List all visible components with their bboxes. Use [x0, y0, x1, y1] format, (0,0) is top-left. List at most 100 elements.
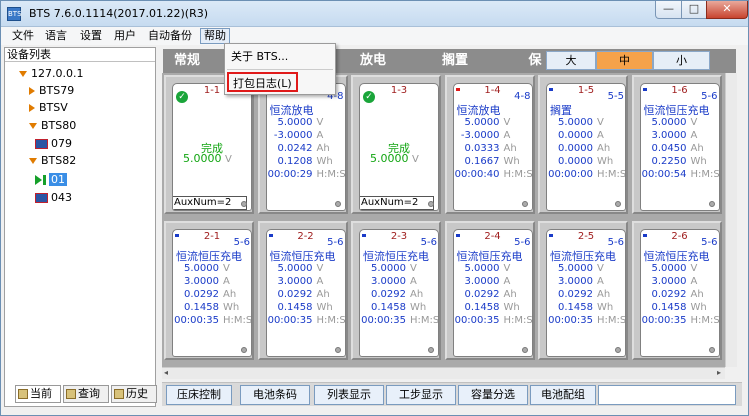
capacity-sort-button[interactable]: 容量分选	[458, 385, 528, 405]
expand-arrow-icon[interactable]	[29, 158, 37, 164]
expand-arrow-icon[interactable]	[29, 123, 37, 129]
tree-node-bts82[interactable]: BTS82	[29, 153, 76, 169]
close-button[interactable]: ✕	[706, 1, 748, 19]
reading-value: 0.0242	[277, 143, 313, 154]
bottom-toolbar: 压床控制 电池条码 列表显示 工步显示 容量分选 电池配组	[162, 382, 742, 406]
minimize-button[interactable]: —	[655, 1, 682, 19]
reading-unit: H:M:S	[503, 315, 533, 326]
channel-card[interactable]: 1-24-8恒流放电5.0000V-3.0000A0.0242Ah0.1208W…	[257, 75, 348, 214]
reading-value: 5.0000	[651, 117, 687, 128]
reading-unit: Ah	[223, 289, 237, 300]
expand-arrow-icon[interactable]	[19, 71, 27, 77]
tree-node-043[interactable]: 043	[35, 190, 72, 206]
reading-value: 00:00:35	[641, 315, 687, 326]
reading-unit: V	[316, 263, 324, 274]
tree-node-bts80[interactable]: BTS80	[29, 118, 76, 134]
scroll-left-icon[interactable]: ◂	[164, 368, 168, 377]
status-marker-icon	[642, 234, 647, 237]
channel-card[interactable]: 2-6 5-6 恒流恒压充电 5.0000 V 3.0000 A 0.0292 Ah 0.1458…	[631, 221, 722, 360]
maximize-button[interactable]: □	[681, 1, 707, 19]
channel-state: 恒流放电	[269, 104, 314, 117]
reading-unit: A	[690, 130, 698, 141]
channel-step-code: 5-6	[701, 91, 718, 102]
reading-value: 5.0000	[464, 117, 500, 128]
collapse-arrow-icon[interactable]	[29, 87, 35, 95]
channel-card[interactable]: 1-4 4-8 恒流放电 5.0000 V -3.0000 A 0.0333 Ah 0.1667 W…	[444, 75, 535, 214]
tab-discharge[interactable]: 放电	[343, 51, 403, 71]
channel-card[interactable]: 1-3 ✓ 完成 5.0000 V AuxNum=2	[351, 75, 441, 214]
channel-step-code: 5-6	[420, 237, 437, 248]
channel-card[interactable]: 2-3 5-6 恒流恒压充电 5.0000 V 3.0000 A 0.0292 Ah 0.1458…	[351, 221, 441, 360]
reading-unit: V	[410, 263, 417, 274]
battery-barcode-button[interactable]: 电池条码	[240, 385, 310, 405]
channel-card-body: 1-1 ✓ 完成 5.0000 V AuxNum=2	[172, 83, 252, 211]
reading-value: 00:00:35	[174, 315, 219, 326]
reading-value: 00:00:35	[454, 315, 500, 326]
reading-unit: A	[597, 130, 604, 141]
menu-help[interactable]: 帮助	[200, 28, 230, 44]
reading-value: 5.0000	[277, 117, 313, 128]
reading-unit: A	[223, 276, 230, 287]
tree-node-btsv[interactable]: BTSV	[29, 100, 68, 116]
reading-unit: Ah	[597, 143, 611, 154]
tab-query[interactable]: 查询	[63, 385, 109, 403]
tab-history[interactable]: 历史	[111, 385, 157, 403]
reading-value: 0.0333	[464, 143, 500, 154]
tree-node-01[interactable]: 01	[35, 172, 67, 188]
menu-file[interactable]: 文件	[9, 28, 37, 44]
tab-current[interactable]: 当前	[15, 385, 61, 403]
channel-card[interactable]: 2-5 5-6 恒流恒压充电 5.0000 V 3.0000 A 0.0292 Ah 0.1458…	[538, 221, 628, 360]
tab-general[interactable]: 常规	[167, 51, 207, 71]
vertical-scrollbar[interactable]	[725, 73, 737, 367]
menu-settings[interactable]: 设置	[77, 28, 105, 44]
tab-rest[interactable]: 搁置	[425, 51, 485, 71]
voltage-value: 5.0000	[370, 152, 409, 165]
reading-unit: H:M:S	[316, 315, 346, 326]
channel-card[interactable]: 2-1 5-6 恒流恒压充电 5.0000 V 3.0000 A 0.0292 Ah 0.1458…	[164, 221, 254, 360]
channel-card[interactable]: 1-5 5-5 搁置 5.0000 V 0.0000 A 0.0000 Ah 0.0000 Wh 00…	[538, 75, 628, 214]
reading-unit: V	[690, 117, 698, 128]
horizontal-scrollbar[interactable]: ◂ ▸	[162, 367, 725, 379]
reading-unit: A	[316, 276, 324, 287]
channel-state: 恒流恒压充电	[550, 250, 616, 263]
menu-item-about[interactable]: 关于 BTS...	[231, 47, 288, 67]
size-large-button[interactable]: 大	[546, 51, 596, 70]
tab-protect[interactable]: 保	[525, 51, 545, 71]
reading-unit: Ah	[316, 289, 330, 300]
size-small-button[interactable]: 小	[653, 51, 710, 70]
step-view-button[interactable]: 工步显示	[386, 385, 456, 405]
reading-unit: Wh	[690, 302, 707, 313]
list-view-button[interactable]: 列表显示	[314, 385, 384, 405]
reading-unit: H:M:S	[223, 315, 252, 326]
device-icon	[35, 139, 48, 149]
reading-unit: Ah	[690, 289, 704, 300]
menu-language[interactable]: 语言	[42, 28, 70, 44]
reading-value: 3.0000	[651, 276, 687, 287]
press-control-button[interactable]: 压床控制	[166, 385, 232, 405]
menu-auto-backup[interactable]: 自动备份	[145, 28, 195, 44]
battery-grouping-button[interactable]: 电池配组	[530, 385, 596, 405]
history-icon	[114, 389, 124, 399]
reading-unit: A	[503, 276, 511, 287]
channel-step-code: 4-8	[514, 91, 531, 102]
status-marker-icon	[549, 88, 553, 91]
reading-unit: Wh	[316, 302, 333, 313]
channel-card[interactable]: 1-6 5-6 恒流恒压充电 5.0000 V 3.0000 A 0.0450 Ah 0.2250…	[631, 75, 722, 214]
channel-card[interactable]: 1-1 ✓ 完成 5.0000 V AuxNum=2	[164, 75, 254, 214]
tree-node-host[interactable]: 127.0.0.1	[19, 66, 83, 82]
channel-card[interactable]: 2-4 5-6 恒流恒压充电 5.0000 V 3.0000 A 0.0292 Ah 0.1458…	[444, 221, 535, 360]
menu-user[interactable]: 用户	[111, 28, 139, 44]
done-check-icon: ✓	[363, 91, 375, 103]
channel-card[interactable]: 2-2 5-6 恒流恒压充电 5.0000 V 3.0000 A 0.0292 Ah 0.1458…	[257, 221, 348, 360]
size-medium-button[interactable]: 中	[596, 51, 653, 70]
reading-value: 5.0000	[184, 263, 219, 274]
voltage-unit: V	[412, 154, 419, 165]
tree-node-bts79[interactable]: BTS79	[29, 83, 74, 99]
reading-unit: H:M:S	[316, 169, 346, 180]
menu-item-pack-log[interactable]: 打包日志(L)	[227, 72, 298, 92]
reading-value: 3.0000	[371, 276, 406, 287]
collapse-arrow-icon[interactable]	[29, 104, 35, 112]
tree-node-079[interactable]: 079	[35, 136, 72, 152]
scroll-right-icon[interactable]: ▸	[717, 368, 721, 377]
reading-value: 0.1208	[277, 156, 313, 167]
